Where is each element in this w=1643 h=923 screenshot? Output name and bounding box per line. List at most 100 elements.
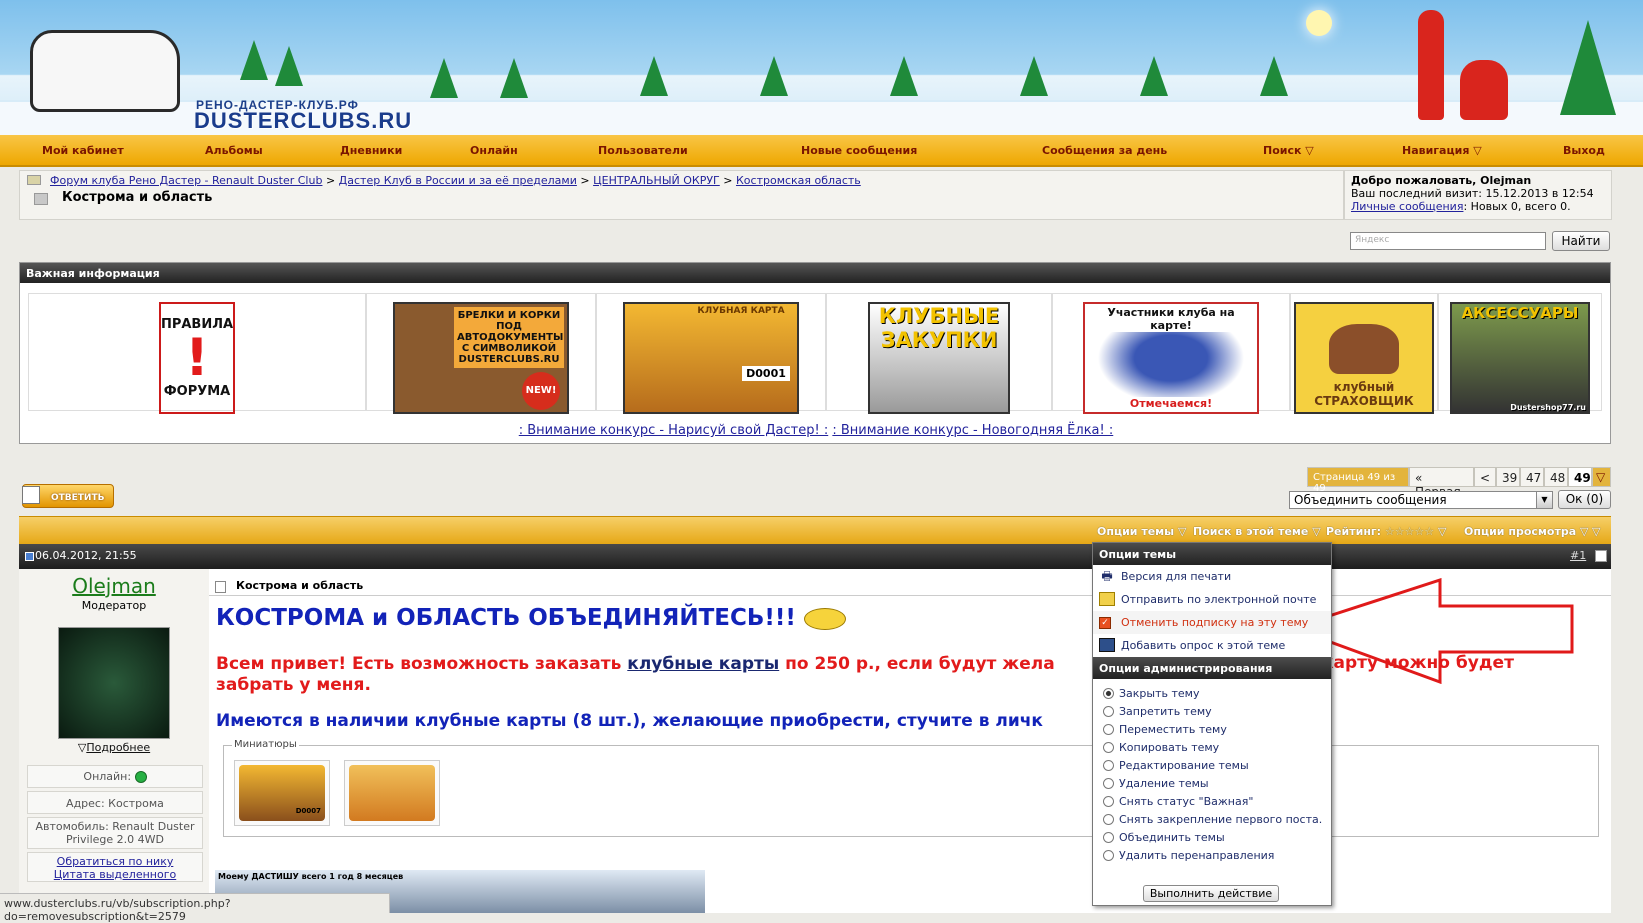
username-link[interactable]: Olejman <box>19 574 209 598</box>
tree-icon <box>275 46 303 86</box>
mention-user-link[interactable]: Обратиться по нику <box>28 855 202 868</box>
breadcrumb-link-forum[interactable]: Форум клуба Рено Дастер - Renault Duster… <box>50 174 322 187</box>
rating-menu[interactable]: Рейтинг: ☆☆☆☆☆ ▽ <box>1326 525 1447 538</box>
contest-link-new-year-tree[interactable]: : Внимание конкурс - Новогодняя Ёлка! : <box>832 423 1113 438</box>
admin-copy-label: Копировать тему <box>1119 741 1220 754</box>
tree-icon <box>890 56 918 96</box>
unsubscribe-label: Отменить подписку на эту тему <box>1121 616 1309 629</box>
banner-club-card[interactable]: КЛУБНАЯ КАРТА D0001 <box>623 302 799 414</box>
nav-my-account[interactable]: Мой кабинет <box>42 144 124 157</box>
pager-page-47[interactable]: 47 <box>1520 467 1544 487</box>
admin-unsticky-label: Снять статус "Важная" <box>1119 795 1254 808</box>
admin-unsticky[interactable]: Снять статус "Важная" <box>1093 793 1331 811</box>
envelope-icon <box>1099 592 1115 606</box>
nav-today-posts[interactable]: Сообщения за день <box>1042 144 1167 157</box>
merge-select[interactable]: Объединить сообщения ▼ <box>1289 491 1553 509</box>
thumbnail-1[interactable]: D0007 <box>234 760 330 826</box>
banner-members-map[interactable]: Участники клуба на карте! Отмечаемся! <box>1083 302 1259 414</box>
pager-page-39[interactable]: 39 <box>1496 467 1520 487</box>
view-options-menu[interactable]: Опции просмотра ▽ <box>1464 525 1588 538</box>
yandex-search-input[interactable]: Яндекс <box>1350 232 1546 250</box>
admin-edit-label: Редактирование темы <box>1119 759 1249 772</box>
send-email-item[interactable]: Отправить по электронной почте <box>1093 588 1331 611</box>
admin-merge-threads[interactable]: Объединить темы <box>1093 829 1331 847</box>
tree-icon <box>240 40 268 80</box>
post-headline-text: КОСТРОМА и ОБЛАСТЬ ОБЪЕДИНЯЙТЕСЬ!!! <box>216 605 796 631</box>
insurer-l1: клубный <box>1333 380 1395 394</box>
accessories-site: Dustershop77.ru <box>1510 403 1586 412</box>
post-date: 06.04.2012, 21:55 <box>35 549 137 562</box>
admin-copy-thread[interactable]: Копировать тему <box>1093 739 1331 757</box>
nav-blogs[interactable]: Дневники <box>340 144 402 157</box>
thumbnails-box: Миниатюры D0007 <box>223 739 1599 837</box>
post-header: 06.04.2012, 21:55 #1 <box>19 544 1611 569</box>
logo-title[interactable]: DUSTERCLUBS.RU <box>194 108 412 134</box>
banner-insurer[interactable]: клубный СТРАХОВЩИК <box>1294 302 1434 414</box>
banner-accessories[interactable]: АКСЕССУАРЫ Dustershop77.ru <box>1450 302 1590 414</box>
user-more[interactable]: ▽Подробнее <box>19 741 209 754</box>
pager-page-48[interactable]: 48 <box>1544 467 1568 487</box>
private-messages-link[interactable]: Личные сообщения <box>1351 200 1463 213</box>
breadcrumb-link-central[interactable]: ЦЕНТРАЛЬНЫЙ ОКРУГ <box>593 174 720 187</box>
merge-ok-button[interactable]: Ок (0) <box>1558 490 1611 509</box>
user-car: Автомобиль: Renault Duster Privilege 2.0… <box>27 817 203 849</box>
rating-label: Рейтинг: <box>1326 525 1382 538</box>
chevron-down-icon[interactable]: ▽ <box>1592 525 1600 538</box>
post-select-checkbox[interactable] <box>1595 550 1607 562</box>
nav-new-posts[interactable]: Новые сообщения <box>801 144 917 157</box>
nav-albums[interactable]: Альбомы <box>205 144 263 157</box>
nav-logout[interactable]: Выход <box>1563 144 1605 157</box>
post-paragraph-1: Всем привет! Есть возможность заказать к… <box>216 653 1096 675</box>
banner-keychains[interactable]: БРЕЛКИ И КОРКИ ПОД АВТОДОКУМЕНТЫ С СИМВО… <box>393 302 569 414</box>
pager-first[interactable]: « Первая <box>1409 467 1474 499</box>
admin-redirects-label: Удалить перенаправления <box>1119 849 1275 862</box>
nav-users[interactable]: Пользователи <box>598 144 688 157</box>
unsubscribe-item[interactable]: ✓ Отменить подписку на эту тему <box>1093 611 1331 634</box>
admin-forbid-thread[interactable]: Запретить тему <box>1093 703 1331 721</box>
print-version-item[interactable]: 🖶 Версия для печати <box>1093 565 1331 588</box>
admin-close-thread[interactable]: Закрыть тему <box>1093 685 1331 703</box>
admin-edit-thread[interactable]: Редактирование темы <box>1093 757 1331 775</box>
admin-move-thread[interactable]: Переместить тему <box>1093 721 1331 739</box>
perform-action-button[interactable]: Выполнить действие <box>1143 885 1279 902</box>
admin-unpin-first-post[interactable]: Снять закрепление первого поста. <box>1093 811 1331 829</box>
thread-options-menu[interactable]: Опции темы ▽ <box>1097 525 1186 538</box>
search-thread-menu[interactable]: Поиск в этой теме ▽ <box>1193 525 1321 538</box>
thumbnail-2[interactable] <box>344 760 440 826</box>
banner-club-purchases[interactable]: КЛУБНЫЕ ЗАКУПКИ <box>868 302 1010 414</box>
add-poll-label: Добавить опрос к этой теме <box>1121 639 1286 652</box>
folder-icon <box>27 175 41 185</box>
tree-icon <box>500 58 528 98</box>
admin-delete-label: Удаление темы <box>1119 777 1209 790</box>
post-title: Кострома и область <box>236 579 364 592</box>
thread-options-dropdown: Опции темы 🖶 Версия для печати Отправить … <box>1092 542 1332 906</box>
nav-online[interactable]: Онлайн <box>470 144 518 157</box>
chevron-down-icon[interactable]: ▼ <box>1536 492 1552 508</box>
club-cards-link[interactable]: клубные карты <box>627 654 779 674</box>
pager-menu-arrow[interactable]: ▽ <box>1592 467 1611 487</box>
breadcrumb-link-russia[interactable]: Дастер Клуб в России и за её пределами <box>339 174 577 187</box>
pager-current: 49 <box>1568 467 1592 487</box>
search-button[interactable]: Найти <box>1552 231 1610 251</box>
contest-link-draw-duster[interactable]: : Внимание конкурс - Нарисуй свой Дастер… <box>519 423 828 438</box>
quote-selected-link[interactable]: Цитата выделенного <box>28 868 202 881</box>
breadcrumb-link-kostroma-region[interactable]: Костромская область <box>736 174 861 187</box>
nav-search[interactable]: Поиск ▽ <box>1263 144 1314 157</box>
admin-delete-thread[interactable]: Удаление темы <box>1093 775 1331 793</box>
send-email-label: Отправить по электронной почте <box>1121 593 1317 606</box>
nav-navigation[interactable]: Навигация ▽ <box>1402 144 1482 157</box>
add-poll-item[interactable]: Добавить опрос к этой теме <box>1093 634 1331 657</box>
online-status-icon <box>134 771 147 783</box>
radio-icon <box>1103 760 1114 771</box>
pager-prev[interactable]: < <box>1474 467 1496 487</box>
club-card-number: D0001 <box>742 365 790 381</box>
post-number-link[interactable]: #1 <box>1570 549 1586 562</box>
admin-remove-redirects[interactable]: Удалить перенаправления <box>1093 847 1331 865</box>
banner-rules[interactable]: ПРАВИЛА ! ФОРУМА <box>159 302 235 414</box>
radio-icon <box>1103 724 1114 735</box>
sun-icon <box>1306 10 1332 36</box>
tree-icon <box>1140 56 1168 96</box>
avatar[interactable] <box>58 627 170 739</box>
welcome-box: Добро пожаловать, Olejman Ваш последний … <box>1344 170 1612 220</box>
admin-move-label: Переместить тему <box>1119 723 1227 736</box>
